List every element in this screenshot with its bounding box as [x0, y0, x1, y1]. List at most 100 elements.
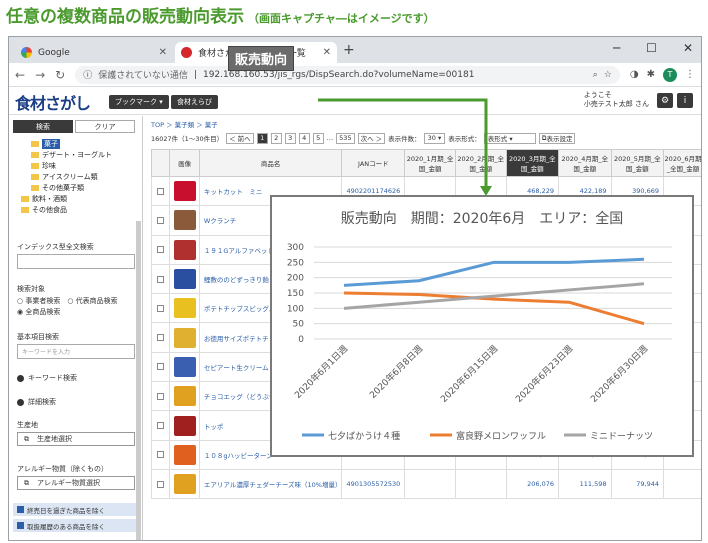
row-checkbox[interactable]	[157, 246, 165, 254]
close-icon[interactable]: ✕	[159, 47, 167, 58]
tab-google[interactable]: Google ✕	[15, 42, 173, 63]
column-header[interactable]: 2020_6月期_全国_金額	[663, 149, 701, 177]
close-window-icon[interactable]: ✕	[683, 41, 693, 55]
column-header[interactable]: 商品名	[198, 149, 343, 177]
product-name[interactable]: エアリアル濃厚チェダーチーズ味（10%増量）	[198, 468, 343, 500]
minimize-icon[interactable]: ─	[613, 41, 620, 55]
search-button[interactable]: 検索	[13, 120, 73, 133]
product-image[interactable]	[173, 181, 196, 202]
page-3[interactable]: 3	[284, 132, 296, 144]
exclude-history-checkbox[interactable]: 取扱履歴のある商品を除く	[13, 519, 139, 532]
column-header[interactable]: 2020_1月期_全国_金額	[404, 149, 456, 177]
new-tab-button[interactable]: +	[343, 42, 355, 58]
gear-icon[interactable]: ⚙	[657, 93, 673, 108]
column-header[interactable]: JANコード	[341, 149, 406, 177]
origin-select-button[interactable]: ⧉ 生産地選択	[17, 432, 135, 446]
prev-button[interactable]: ＜ 前へ	[226, 132, 254, 144]
tree-item[interactable]: その他菓子類	[13, 182, 137, 193]
menu-icon[interactable]: ⋮	[685, 69, 695, 80]
tree-item[interactable]: アイスクリーム類	[13, 171, 137, 182]
row-checkbox-cell	[150, 439, 171, 470]
row-checkbox[interactable]	[157, 392, 165, 400]
per-page-select[interactable]: 30 ▾	[423, 132, 446, 144]
row-checkbox[interactable]	[157, 363, 165, 371]
column-header[interactable]: 2020_5月期_全国_金額	[610, 149, 665, 177]
row-checkbox-cell	[150, 322, 171, 353]
extensions-area: ◑ ✱ T ⋮	[630, 67, 695, 82]
select-button[interactable]: 食材えらび	[171, 95, 218, 109]
y-tick-label: 50	[293, 320, 305, 330]
row-checkbox-cell	[150, 175, 171, 207]
clear-button[interactable]: クリア	[75, 120, 135, 133]
url-field[interactable]: ⓘ 保護されていない通信 | 192.168.160.53/jis_rgs/Di…	[75, 65, 620, 84]
breadcrumb[interactable]: TOP ＞ 菓子類 ＞ 菓子	[151, 119, 218, 129]
zoom-icon[interactable]: ⌕	[593, 70, 598, 80]
page-1[interactable]: 1	[256, 132, 268, 144]
page-last[interactable]: 535	[336, 132, 355, 144]
row-checkbox[interactable]	[157, 422, 165, 430]
app-logo[interactable]: 食材さがし	[15, 90, 91, 114]
settings-button[interactable]: ⧉ 表示設定	[538, 132, 576, 144]
welcome-line: ようこそ	[583, 91, 612, 99]
sidebar-scrollbar[interactable]	[136, 221, 141, 540]
detail-search-toggle[interactable]: 詳細検索	[17, 397, 56, 407]
row-checkbox[interactable]	[157, 334, 165, 342]
column-header[interactable]: 2020_4月期_全国_金額	[558, 149, 612, 177]
product-image[interactable]	[173, 415, 196, 436]
allergy-select-button[interactable]: ⧉ アレルギー物質選択	[17, 476, 135, 490]
sales-trend-callout[interactable]: 販売動向	[228, 46, 295, 71]
reload-icon[interactable]: ↻	[55, 68, 65, 82]
maximize-icon[interactable]: ☐	[646, 41, 657, 55]
row-checkbox[interactable]	[157, 451, 165, 459]
product-image[interactable]	[173, 269, 196, 290]
column-header[interactable]: 画像	[169, 149, 200, 177]
row-checkbox[interactable]	[157, 480, 165, 488]
row-checkbox[interactable]	[157, 275, 165, 283]
row-checkbox-cell	[150, 263, 171, 295]
page-2[interactable]: 2	[270, 132, 282, 144]
keyword-search-toggle[interactable]: キーワード検索	[17, 373, 77, 383]
tree-item[interactable]: 珍味	[13, 160, 137, 171]
y-tick-label: 0	[298, 335, 304, 345]
product-image[interactable]	[173, 474, 196, 495]
series-line	[343, 282, 645, 310]
result-count: 16027件（1〜30件目）	[151, 135, 224, 143]
index-search-input[interactable]	[17, 254, 135, 269]
tree-item[interactable]: その他食品	[13, 204, 137, 215]
product-image[interactable]	[173, 210, 196, 231]
product-image[interactable]	[173, 327, 196, 348]
tree-item[interactable]: 菓子	[13, 138, 137, 149]
row-checkbox[interactable]	[157, 216, 165, 224]
radio-all-products[interactable]: ◉ 全商品検索	[17, 307, 60, 317]
forward-icon[interactable]: →	[35, 68, 45, 82]
product-image[interactable]	[173, 386, 196, 407]
page-4[interactable]: 4	[298, 132, 310, 144]
column-header[interactable]: 2020_2月期_全国_金額	[454, 149, 507, 177]
product-image-cell	[169, 322, 200, 353]
back-icon[interactable]: ←	[15, 68, 25, 82]
heading-title: 任意の複数商品の販売動向表示	[6, 7, 244, 27]
info-icon[interactable]: i	[677, 93, 693, 108]
close-icon[interactable]: ✕	[323, 47, 331, 58]
bookmark-button[interactable]: ブックマーク ▾	[109, 95, 169, 109]
table-row[interactable]: エアリアル濃厚チェダーチーズ味（10%増量） 4901305572530 206,0…	[150, 468, 701, 500]
product-image[interactable]	[173, 356, 196, 377]
tree-item[interactable]: 飲料・酒類	[13, 193, 137, 204]
radio-business[interactable]: ○ 事業者検索 ○ 代表商品検索	[17, 296, 118, 306]
column-header-selected[interactable]: 2020_3月期_全国_金額	[505, 149, 560, 177]
keyword-input[interactable]: キーワードを入力	[17, 344, 135, 359]
profile-avatar[interactable]: T	[663, 67, 677, 82]
next-button[interactable]: 次へ ＞	[357, 132, 386, 144]
product-image[interactable]	[173, 444, 196, 465]
star-icon[interactable]: ☆	[604, 70, 612, 80]
tree-item[interactable]: デザート・ヨーグルト	[13, 149, 137, 160]
row-checkbox[interactable]	[157, 187, 165, 195]
extension-icon[interactable]: ◑	[630, 69, 639, 80]
display-select[interactable]: 表形式 ▾	[483, 132, 536, 144]
page-5[interactable]: 5	[312, 132, 324, 144]
product-image[interactable]	[173, 298, 196, 319]
product-image[interactable]	[173, 239, 196, 260]
row-checkbox[interactable]	[157, 304, 165, 312]
puzzle-icon[interactable]: ✱	[647, 69, 655, 80]
exclude-discontinued-checkbox[interactable]: 終売日を過ぎた商品を除く	[13, 503, 139, 516]
